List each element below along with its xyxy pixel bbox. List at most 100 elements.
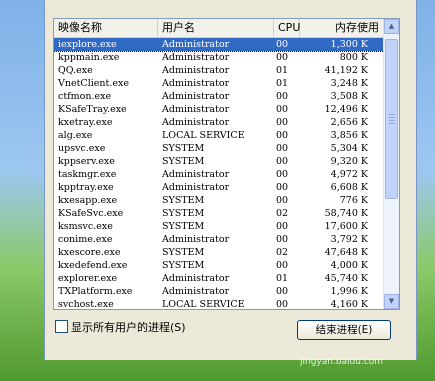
scroll-up-icon[interactable]: ▲ bbox=[384, 19, 399, 34]
process-cpu: 00 bbox=[276, 130, 289, 141]
process-cpu: 00 bbox=[276, 52, 289, 63]
process-user: Administrator bbox=[162, 182, 230, 193]
process-row[interactable]: QQ.exe Administrator 01 41,192 K bbox=[54, 64, 384, 77]
process-cpu: 00 bbox=[276, 91, 289, 102]
scroll-down-icon[interactable]: ▼ bbox=[384, 294, 399, 309]
process-row[interactable]: explorer.exe Administrator 01 45,740 K bbox=[54, 272, 384, 285]
process-cpu: 01 bbox=[276, 65, 289, 76]
process-user: Administrator bbox=[162, 286, 230, 297]
process-user: Administrator bbox=[162, 39, 230, 50]
process-row[interactable]: kppserv.exe SYSTEM 00 9,320 K bbox=[54, 155, 384, 168]
vertical-scrollbar[interactable]: ▲ ▼ bbox=[383, 19, 399, 309]
process-memory: 2,656 K bbox=[330, 117, 368, 128]
end-process-button[interactable]: 结束进程(E) bbox=[297, 320, 391, 340]
process-name: kppserv.exe bbox=[58, 156, 115, 167]
process-row[interactable]: ksmsvc.exe SYSTEM 00 17,600 K bbox=[54, 220, 384, 233]
process-cpu: 00 bbox=[276, 260, 289, 271]
process-row[interactable]: KSafeSvc.exe SYSTEM 02 58,740 K bbox=[54, 207, 384, 220]
process-name: QQ.exe bbox=[58, 65, 93, 76]
process-row[interactable]: kxetray.exe Administrator 00 2,656 K bbox=[54, 116, 384, 129]
process-cpu: 00 bbox=[276, 117, 289, 128]
process-name: svchost.exe bbox=[58, 299, 114, 308]
process-memory: 4,972 K bbox=[330, 169, 368, 180]
watermark-text: jingyan.baidu.com bbox=[300, 357, 384, 367]
process-cpu: 00 bbox=[276, 156, 289, 167]
process-memory: 45,740 K bbox=[324, 273, 368, 284]
process-cpu: 00 bbox=[276, 143, 289, 154]
process-user: Administrator bbox=[162, 91, 230, 102]
process-user: SYSTEM bbox=[162, 195, 205, 206]
show-all-users-label: 显示所有用户的进程(S) bbox=[71, 321, 186, 334]
process-cpu: 00 bbox=[276, 182, 289, 193]
process-memory: 47,648 K bbox=[324, 247, 368, 258]
process-memory: 776 K bbox=[339, 195, 368, 206]
process-name: conime.exe bbox=[58, 234, 113, 245]
process-memory: 1,300 K bbox=[330, 39, 368, 50]
process-memory: 12,496 K bbox=[324, 104, 368, 115]
column-header-image-name[interactable]: 映像名称 bbox=[54, 19, 158, 37]
process-user: SYSTEM bbox=[162, 143, 205, 154]
process-name: ctfmon.exe bbox=[58, 91, 112, 102]
process-user: SYSTEM bbox=[162, 208, 205, 219]
process-memory: 5,304 K bbox=[330, 143, 368, 154]
process-row[interactable]: ctfmon.exe Administrator 00 3,508 K bbox=[54, 90, 384, 103]
process-row[interactable]: kppmain.exe Administrator 00 800 K bbox=[54, 51, 384, 64]
process-row[interactable]: svchost.exe LOCAL SERVICE 00 4,160 K bbox=[54, 298, 384, 308]
process-name: taskmgr.exe bbox=[58, 169, 117, 180]
grip-line bbox=[389, 114, 395, 115]
process-name: iexplore.exe bbox=[58, 39, 117, 50]
process-cpu: 00 bbox=[276, 195, 289, 206]
process-user: SYSTEM bbox=[162, 156, 205, 167]
process-row[interactable]: upsvc.exe SYSTEM 00 5,304 K bbox=[54, 142, 384, 155]
process-memory: 9,320 K bbox=[330, 156, 368, 167]
process-name: ksmsvc.exe bbox=[58, 221, 113, 232]
process-user: Administrator bbox=[162, 234, 230, 245]
process-cpu: 01 bbox=[276, 273, 289, 284]
process-user: Administrator bbox=[162, 117, 230, 128]
process-name: upsvc.exe bbox=[58, 143, 106, 154]
process-user: SYSTEM bbox=[162, 247, 205, 258]
process-row[interactable]: TXPlatform.exe Administrator 00 1,996 K bbox=[54, 285, 384, 298]
process-user: Administrator bbox=[162, 52, 230, 63]
process-cpu: 00 bbox=[276, 104, 289, 115]
process-name: kxesapp.exe bbox=[58, 195, 118, 206]
window-frame-top bbox=[45, 0, 416, 8]
process-row[interactable]: kpptray.exe Administrator 00 6,608 K bbox=[54, 181, 384, 194]
process-name: KSafeTray.exe bbox=[58, 104, 127, 115]
process-name: kppmain.exe bbox=[58, 52, 120, 63]
process-user: Administrator bbox=[162, 78, 230, 89]
grip-line bbox=[389, 123, 395, 124]
process-row[interactable]: VnetClient.exe Administrator 01 3,248 K bbox=[54, 77, 384, 90]
process-row[interactable]: iexplore.exe Administrator 00 1,300 K bbox=[54, 38, 384, 52]
process-row[interactable]: KSafeTray.exe Administrator 00 12,496 K bbox=[54, 103, 384, 116]
process-memory: 1,996 K bbox=[330, 286, 368, 297]
process-row[interactable]: conime.exe Administrator 00 3,792 K bbox=[54, 233, 384, 246]
process-memory: 4,160 K bbox=[330, 299, 368, 308]
process-memory: 3,508 K bbox=[330, 91, 368, 102]
list-body: iexplore.exe Administrator 00 1,300 K kppmai… bbox=[54, 38, 384, 308]
process-row[interactable]: kxesapp.exe SYSTEM 00 776 K bbox=[54, 194, 384, 207]
process-name: alg.exe bbox=[58, 130, 93, 141]
process-name: kxedefend.exe bbox=[58, 260, 128, 271]
process-row[interactable]: taskmgr.exe Administrator 00 4,972 K bbox=[54, 168, 384, 181]
process-list[interactable]: 映像名称 用户名 CPU 内存使用 iexplore.exe Administra… bbox=[53, 18, 400, 310]
process-user: Administrator bbox=[162, 169, 230, 180]
process-user: SYSTEM bbox=[162, 260, 205, 271]
scrollbar-thumb[interactable] bbox=[385, 39, 398, 199]
process-row[interactable]: alg.exe LOCAL SERVICE 00 3,856 K bbox=[54, 129, 384, 142]
column-header-user-name[interactable]: 用户名 bbox=[158, 19, 274, 37]
column-header-cpu[interactable]: CPU bbox=[274, 19, 300, 37]
process-user: Administrator bbox=[162, 65, 230, 76]
process-name: explorer.exe bbox=[58, 273, 118, 284]
process-memory: 58,740 K bbox=[324, 208, 368, 219]
process-row[interactable]: kxedefend.exe SYSTEM 00 4,000 K bbox=[54, 259, 384, 272]
process-cpu: 00 bbox=[276, 39, 289, 50]
column-header-memory[interactable]: 内存使用 bbox=[300, 19, 384, 37]
process-memory: 3,248 K bbox=[330, 78, 368, 89]
checkbox-box[interactable] bbox=[55, 320, 68, 333]
process-row[interactable]: kxescore.exe SYSTEM 02 47,648 K bbox=[54, 246, 384, 259]
process-cpu: 00 bbox=[276, 221, 289, 232]
process-user: Administrator bbox=[162, 273, 230, 284]
process-cpu: 00 bbox=[276, 286, 289, 297]
process-name: KSafeSvc.exe bbox=[58, 208, 124, 219]
